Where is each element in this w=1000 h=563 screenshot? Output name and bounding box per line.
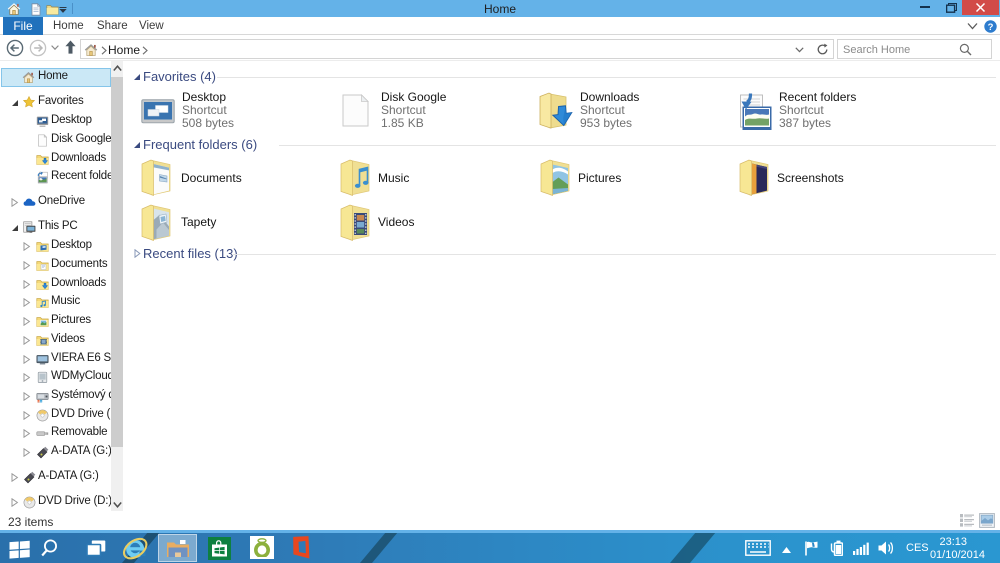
svg-text:?: ? xyxy=(988,22,994,33)
